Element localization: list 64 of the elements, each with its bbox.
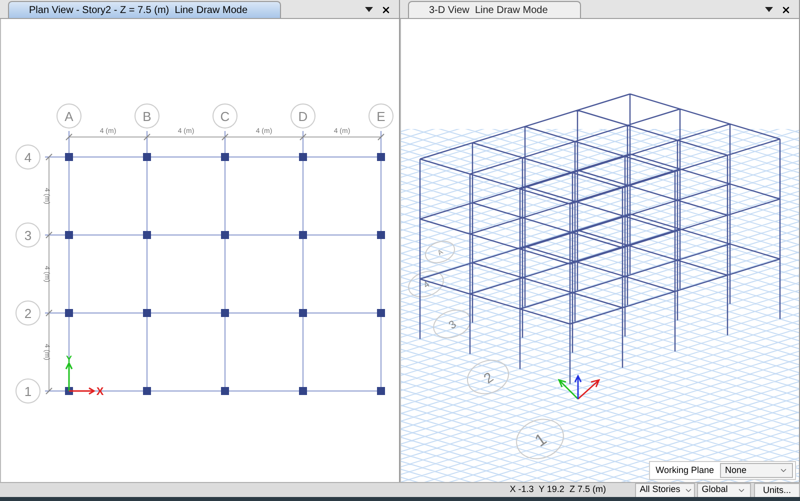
grid-bubble <box>467 360 509 394</box>
grid-bubble <box>433 310 471 338</box>
column-marker <box>65 231 73 239</box>
grid-label: 2 <box>480 368 496 386</box>
column-marker <box>143 153 151 161</box>
grid-label: 1 <box>531 430 550 451</box>
grid-label: C <box>220 109 230 124</box>
column-marker <box>65 309 73 317</box>
grid-bubble <box>408 270 444 298</box>
chevron-icon[interactable] <box>779 466 788 475</box>
grid-bubble <box>16 378 40 404</box>
grid-label: 3 <box>24 228 32 243</box>
grid-label: 1 <box>24 384 32 399</box>
grid-label: 4 <box>24 150 32 165</box>
axes-drawing <box>558 374 600 400</box>
grid-bubble <box>425 240 455 264</box>
grid-bubble <box>212 104 238 128</box>
close-icon[interactable] <box>381 4 391 14</box>
column-marker <box>377 231 385 239</box>
column-marker <box>221 153 229 161</box>
grid-bubble <box>290 104 316 128</box>
units-button[interactable]: Units... <box>754 482 800 498</box>
axis-label: Y <box>66 354 72 364</box>
column-marker <box>143 309 151 317</box>
view-tab[interactable]: Plan View - Story2 - Z = 7.5 (m) Line Draw Mode <box>8 1 281 18</box>
column-marker <box>377 309 385 317</box>
column-marker <box>299 309 307 317</box>
dropdown-icon[interactable] <box>365 7 373 12</box>
column-marker <box>221 231 229 239</box>
grid-label: 4 <box>421 278 432 290</box>
column-marker <box>65 153 73 161</box>
close-icon[interactable] <box>781 4 791 14</box>
grid-bubble <box>16 144 40 170</box>
column-marker <box>221 309 229 317</box>
grid-bubble <box>516 418 564 460</box>
x-axis-arrow <box>69 387 96 395</box>
working-plane-label: Working Plane <box>654 464 715 477</box>
column-marker <box>143 231 151 239</box>
grid-label: B <box>142 109 152 124</box>
grid-bubble <box>16 300 40 326</box>
column-marker <box>299 231 307 239</box>
column-marker <box>377 387 385 395</box>
column-marker <box>299 387 307 395</box>
column-marker <box>143 387 151 395</box>
view-tab[interactable]: 3-D View Line Draw Mode <box>408 1 581 18</box>
y-axis-arrow <box>65 361 73 391</box>
stories-dropdown[interactable]: All Stories <box>634 482 695 498</box>
grid-bubble <box>16 222 40 248</box>
coordinate-system-dropdown[interactable]: Global <box>696 482 751 498</box>
column-marker <box>221 387 229 395</box>
grid-label: 3 <box>446 318 459 332</box>
grid-bubble <box>368 104 394 128</box>
grid-label: E <box>376 109 386 124</box>
working-plane-dropdown[interactable]: None <box>720 463 793 478</box>
dropdown-icon[interactable] <box>765 7 773 12</box>
grid-label: D <box>298 109 308 124</box>
axis-label: X <box>96 386 104 398</box>
grid-bubble <box>134 104 160 128</box>
grid-label: A <box>64 109 74 124</box>
column-marker <box>299 153 307 161</box>
grid-bubble <box>56 104 82 128</box>
cursor-coordinates: X -1.3 Y 19.2 Z 7.5 (m) <box>510 483 607 496</box>
column-marker <box>377 153 385 161</box>
grid-label: 2 <box>24 306 32 321</box>
